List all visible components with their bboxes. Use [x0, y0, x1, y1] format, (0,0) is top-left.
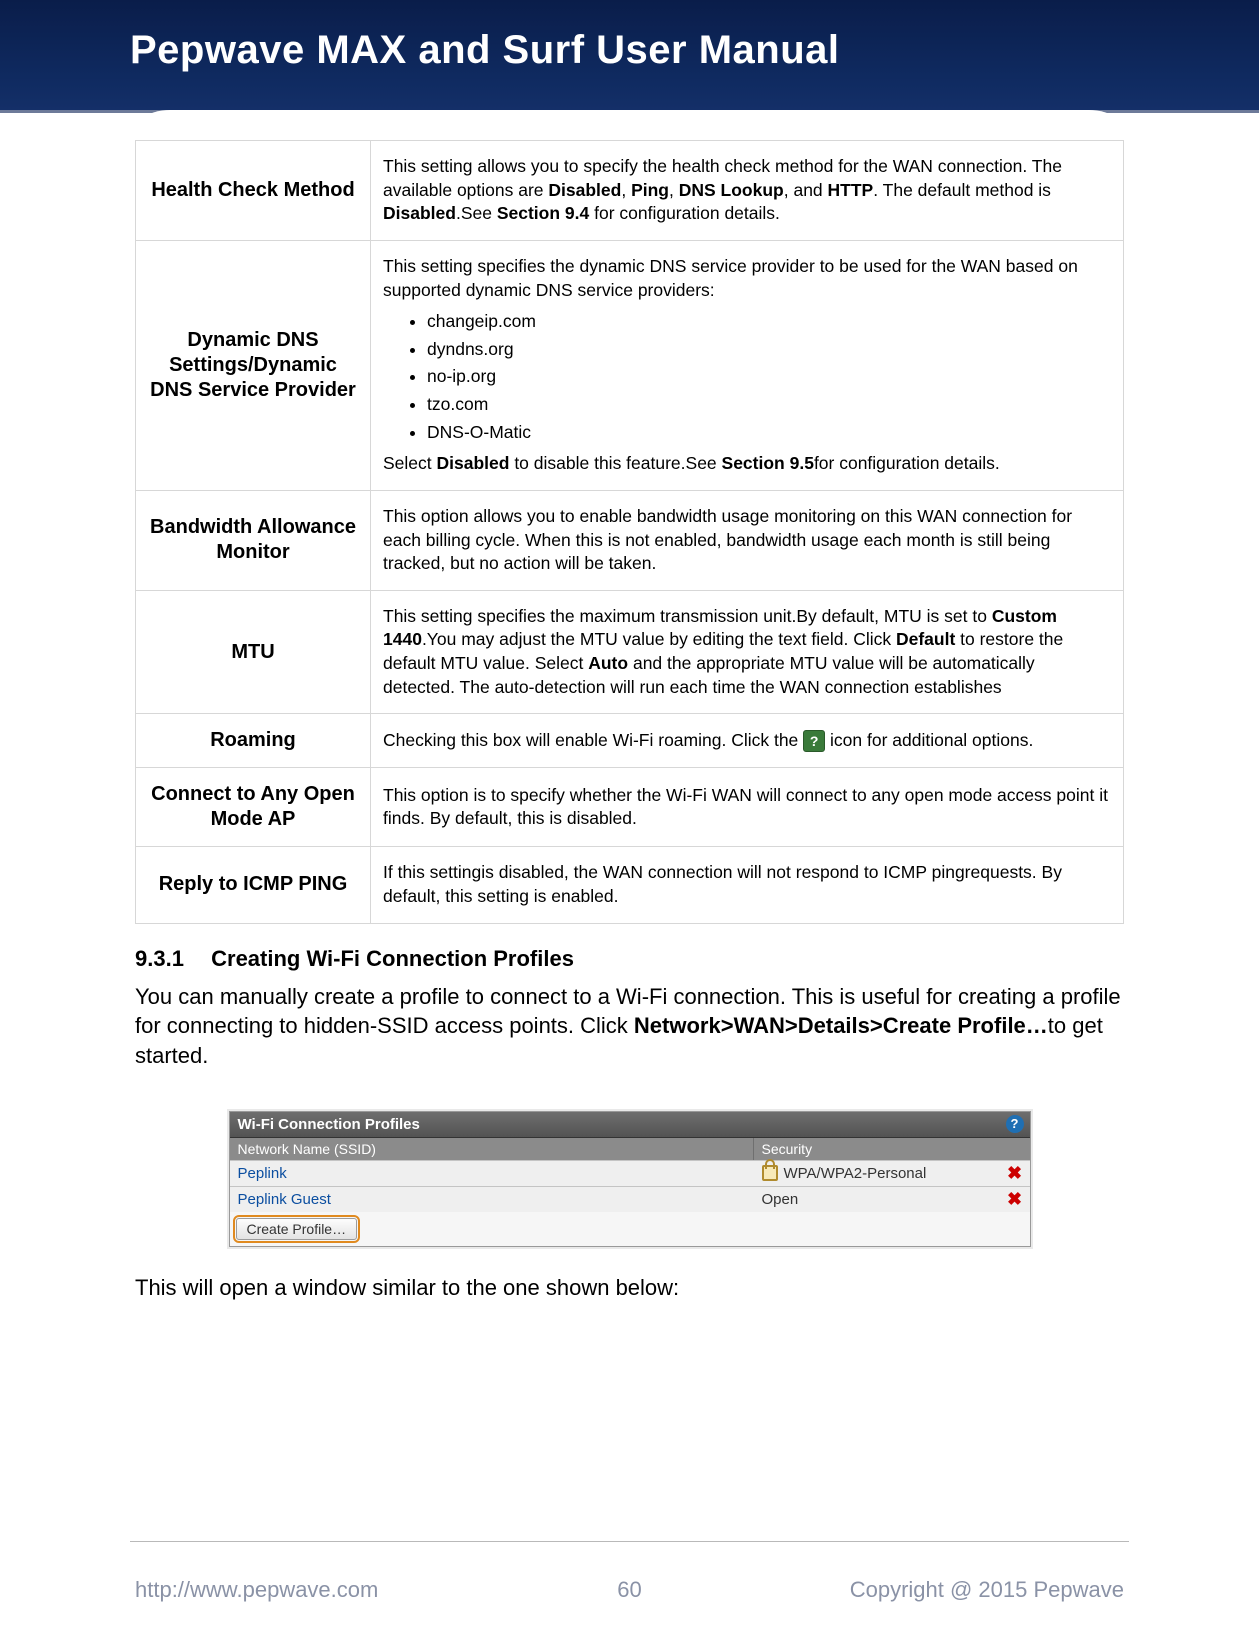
- setting-description: This option allows you to enable bandwid…: [371, 490, 1124, 590]
- lock-icon: [762, 1165, 778, 1181]
- setting-description: This setting allows you to specify the h…: [371, 141, 1124, 241]
- setting-label: Health Check Method: [136, 141, 371, 241]
- panel-title: Wi-Fi Connection Profiles: [238, 1116, 420, 1133]
- dns-provider-item: tzo.com: [427, 393, 1111, 417]
- wifi-profiles-screenshot: Wi-Fi Connection Profiles ? Network Name…: [229, 1111, 1031, 1247]
- section-title: Creating Wi-Fi Connection Profiles: [211, 946, 574, 971]
- setting-description: If this settingis disabled, the WAN conn…: [371, 847, 1124, 923]
- profile-ssid-link[interactable]: Peplink: [230, 1161, 754, 1186]
- dns-provider-item: dyndns.org: [427, 338, 1111, 362]
- help-icon[interactable]: ?: [1006, 1115, 1024, 1133]
- delete-profile-button[interactable]: ✖: [1000, 1189, 1030, 1210]
- section-heading: 9.3.1 Creating Wi-Fi Connection Profiles: [135, 946, 1124, 972]
- column-header-security: Security: [754, 1138, 1030, 1160]
- setting-label: Roaming: [136, 714, 371, 768]
- section-paragraph: You can manually create a profile to con…: [135, 982, 1124, 1071]
- column-header-ssid: Network Name (SSID): [230, 1138, 754, 1160]
- setting-label: Reply to ICMP PING: [136, 847, 371, 923]
- setting-description: This option is to specify whether the Wi…: [371, 768, 1124, 847]
- setting-label: MTU: [136, 590, 371, 714]
- setting-label: Dynamic DNS Settings/Dynamic DNS Service…: [136, 240, 371, 490]
- page-title: Pepwave MAX and Surf User Manual: [130, 28, 840, 73]
- footer-rule: [130, 1541, 1129, 1542]
- footer-url: http://www.pepwave.com: [135, 1577, 378, 1603]
- help-icon: ?: [803, 730, 825, 752]
- footer-copyright: Copyright @ 2015 Pepwave: [850, 1577, 1124, 1603]
- dns-provider-item: no-ip.org: [427, 365, 1111, 389]
- dns-provider-item: DNS-O-Matic: [427, 421, 1111, 445]
- after-screenshot-text: This will open a window similar to the o…: [135, 1275, 1124, 1301]
- profile-ssid-link[interactable]: Peplink Guest: [230, 1187, 754, 1212]
- dns-provider-item: changeip.com: [427, 310, 1111, 334]
- setting-description: Checking this box will enable Wi-Fi roam…: [371, 714, 1124, 768]
- profile-security: Open: [754, 1187, 1000, 1212]
- setting-description: This setting specifies the maximum trans…: [371, 590, 1124, 714]
- setting-label: Bandwidth Allowance Monitor: [136, 490, 371, 590]
- section-number: 9.3.1: [135, 946, 205, 972]
- profile-row: Peplink GuestOpen✖: [230, 1186, 1030, 1212]
- profile-security: WPA/WPA2-Personal: [754, 1161, 1000, 1186]
- create-profile-button[interactable]: Create Profile…: [236, 1218, 358, 1240]
- settings-table: Health Check MethodThis setting allows y…: [135, 140, 1124, 924]
- setting-label: Connect to Any Open Mode AP: [136, 768, 371, 847]
- profile-row: PeplinkWPA/WPA2-Personal✖: [230, 1160, 1030, 1186]
- delete-profile-button[interactable]: ✖: [1000, 1163, 1030, 1184]
- setting-description: This setting specifies the dynamic DNS s…: [371, 240, 1124, 490]
